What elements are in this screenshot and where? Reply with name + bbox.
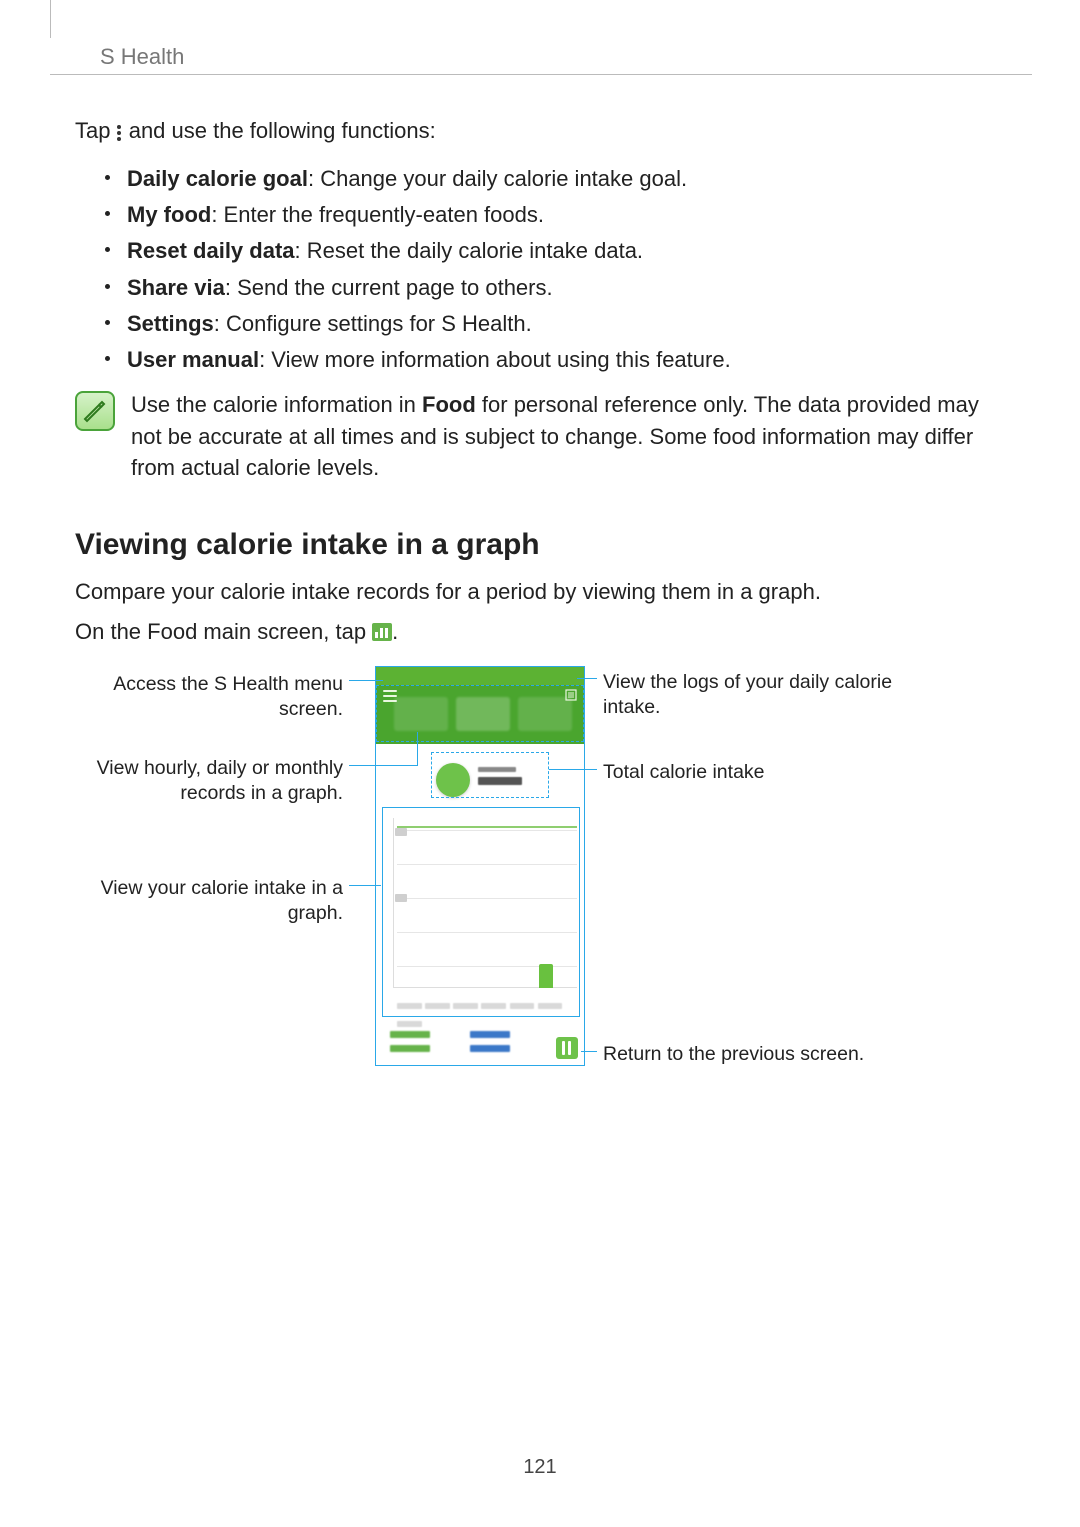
list-item: Reset daily data: Reset the daily calori… bbox=[105, 233, 1005, 269]
callout-logs: View the logs of your daily calorie inta… bbox=[603, 670, 903, 721]
intro-prefix: Tap bbox=[75, 118, 117, 143]
list-item: Share via: Send the current page to othe… bbox=[105, 270, 1005, 306]
page-number: 121 bbox=[0, 1456, 1080, 1479]
running-header: S Health bbox=[100, 44, 184, 70]
list-item: Settings: Configure settings for S Healt… bbox=[105, 306, 1005, 342]
highlight-total bbox=[431, 752, 549, 798]
phone-statusbar bbox=[376, 667, 584, 685]
phone-chart-area bbox=[382, 807, 580, 1017]
section-p2: On the Food main screen, tap . bbox=[75, 616, 1005, 648]
list-item-desc: : Reset the daily calorie intake data. bbox=[295, 238, 644, 263]
note-icon bbox=[75, 391, 115, 431]
section-heading: Viewing calorie intake in a graph bbox=[75, 528, 1005, 562]
lead-total bbox=[549, 769, 597, 770]
lead-menu bbox=[349, 680, 383, 681]
note-pre: Use the calorie information in bbox=[131, 392, 422, 417]
list-item-label: User manual bbox=[127, 347, 259, 372]
list-item-label: Reset daily data bbox=[127, 238, 295, 263]
list-item-desc: : Configure settings for S Health. bbox=[214, 311, 532, 336]
intro-text: Tap and use the following functions: bbox=[75, 115, 1005, 147]
lead-period-v bbox=[417, 732, 418, 766]
callout-total: Total calorie intake bbox=[603, 760, 903, 785]
chart-bar bbox=[539, 964, 553, 988]
list-item-desc: : Send the current page to others. bbox=[225, 275, 553, 300]
list-item-label: Settings bbox=[127, 311, 214, 336]
list-item-label: Daily calorie goal bbox=[127, 166, 308, 191]
list-item: User manual: View more information about… bbox=[105, 342, 1005, 378]
note-block: Use the calorie information in Food for … bbox=[75, 389, 1005, 485]
note-bold: Food bbox=[422, 392, 476, 417]
callout-menu: Access the S Health menu screen. bbox=[75, 672, 343, 723]
header-underline bbox=[50, 74, 1032, 75]
graph-icon bbox=[372, 623, 392, 641]
lead-return bbox=[581, 1051, 597, 1052]
annotated-diagram: Access the S Health menu screen. View ho… bbox=[75, 666, 1005, 1096]
list-item-desc: : Change your daily calorie intake goal. bbox=[308, 166, 687, 191]
highlight-tabbar bbox=[376, 685, 584, 742]
list-item-desc: : Enter the frequently-eaten foods. bbox=[211, 202, 544, 227]
callout-period: View hourly, daily or monthly records in… bbox=[75, 756, 343, 807]
callout-return: Return to the previous screen. bbox=[603, 1042, 923, 1067]
lead-logs bbox=[577, 678, 597, 679]
top-rule bbox=[50, 0, 51, 38]
list-item-desc: : View more information about using this… bbox=[259, 347, 731, 372]
list-item-label: My food bbox=[127, 202, 211, 227]
lead-graph bbox=[349, 885, 381, 886]
lead-period-h bbox=[349, 765, 417, 766]
list-item: My food: Enter the frequently-eaten food… bbox=[105, 197, 1005, 233]
section-p2b: . bbox=[392, 619, 398, 644]
section-p2a: On the Food main screen, tap bbox=[75, 619, 372, 644]
function-list: Daily calorie goal: Change your daily ca… bbox=[105, 161, 1005, 379]
list-item: Daily calorie goal: Change your daily ca… bbox=[105, 161, 1005, 197]
list-item-label: Share via bbox=[127, 275, 225, 300]
note-text: Use the calorie information in Food for … bbox=[131, 389, 1005, 485]
intro-suffix: and use the following functions: bbox=[123, 118, 436, 143]
callout-graph: View your calorie intake in a graph. bbox=[75, 876, 343, 927]
return-icon bbox=[556, 1037, 578, 1059]
phone-legend bbox=[384, 1025, 576, 1061]
section-p1: Compare your calorie intake records for … bbox=[75, 576, 1005, 608]
